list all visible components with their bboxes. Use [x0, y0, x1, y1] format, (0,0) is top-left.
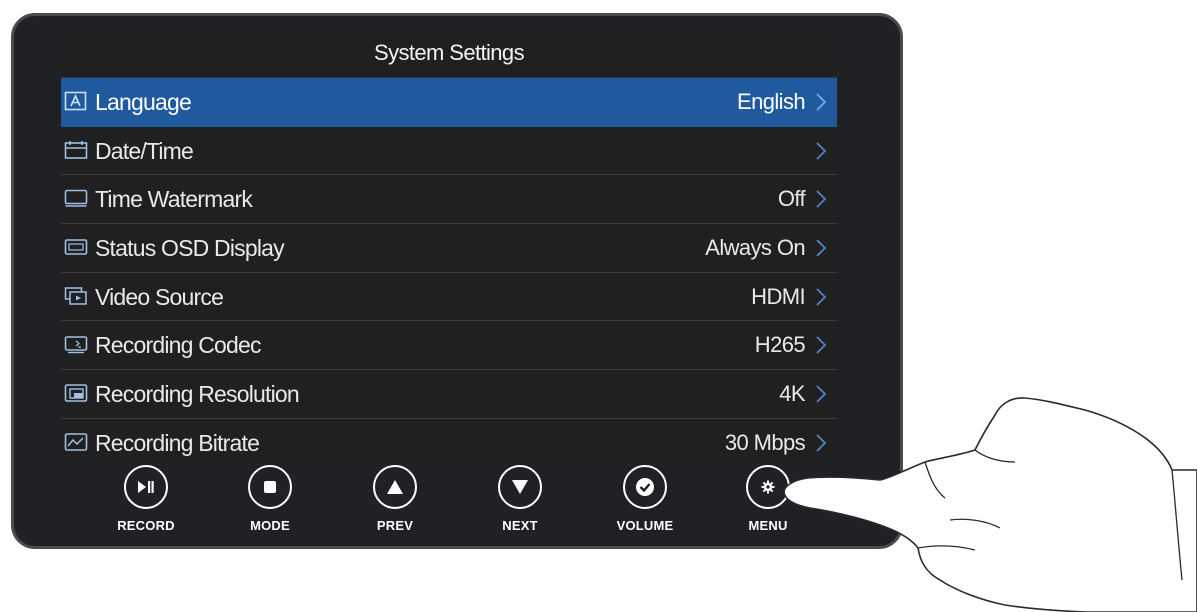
pointing-hand-illustration	[783, 397, 1197, 612]
